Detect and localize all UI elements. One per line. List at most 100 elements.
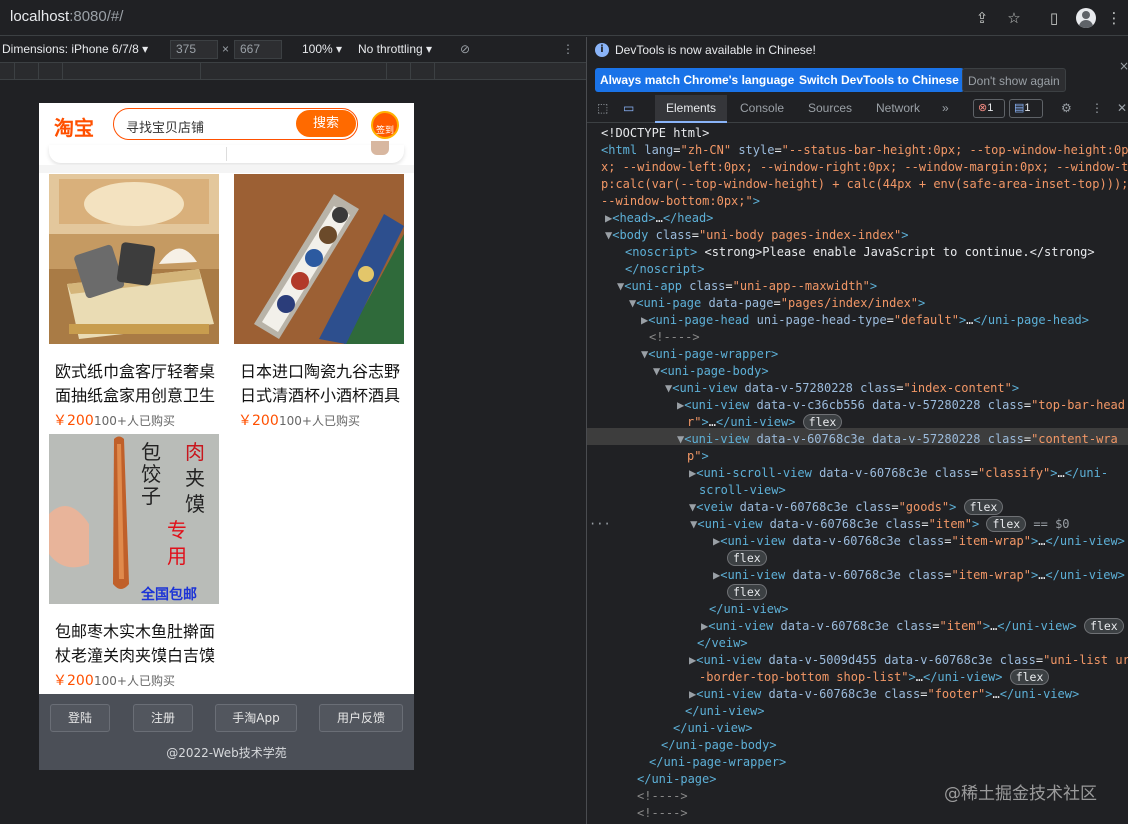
classify-bar[interactable] [49,141,404,163]
throttling-select[interactable]: No throttling ▾ [358,42,432,56]
tab-elements[interactable]: Elements [655,95,727,123]
rotate-icon[interactable]: ⊘ [460,42,470,56]
product-image-rolling-pin[interactable]: 包 饺 子 肉 夹 馍 专 用 全国包邮 [49,434,219,604]
dom-line[interactable]: <html lang="zh-CN" style="--status-bar-h… [601,142,1128,159]
overlay-char: 夹 [185,466,205,490]
product-sold-count: 100+人已购买 [94,414,175,428]
dom-line: scroll-view> [699,483,786,497]
ruler-segment [200,63,201,80]
ruler-segment [14,63,15,80]
settings-gear-icon[interactable]: ⚙ [1061,101,1072,115]
profile-avatar[interactable] [1076,8,1096,28]
tab-sources[interactable]: Sources [808,101,852,115]
device-toggle-icon[interactable]: ▭ [623,101,634,115]
content-gap [39,165,414,173]
dom-line: </uni-view> [685,704,765,718]
error-counter[interactable]: ⊗1 [973,99,1005,118]
width-input[interactable]: 375 [170,40,218,59]
devtools-menu-icon[interactable]: ⋮ [1091,101,1103,115]
product-title[interactable]: 日本进口陶瓷九谷志野日式清酒杯小酒杯酒具 [240,360,402,408]
dom-line: -border-top-bottom shop-list">…</uni-vie… [699,669,1050,686]
url-path: :8080/#/ [69,8,124,25]
dom-line[interactable]: ▶<uni-view data-v-c36cb556 data-v-572802… [677,397,1125,414]
dom-line[interactable]: ▶<uni-scroll-view data-v-60768c3e class=… [689,465,1108,482]
times-sign: × [222,42,230,56]
dom-line[interactable]: ▶<uni-view data-v-60768c3e class="item-w… [713,567,1125,584]
product-sold-count: 100+人已购买 [94,674,175,688]
device-toolbar: Dimensions: iPhone 6/7/8 ▾ 375 × 667 100… [0,37,586,63]
dom-line[interactable]: ▶<head>…</head> [605,210,713,227]
close-notice-icon[interactable]: × [1119,59,1128,73]
dom-line[interactable]: ▶<uni-page-head uni-page-head-type="defa… [641,312,1089,329]
ruler-segment [434,63,435,80]
overlay-char: 馍 [185,492,205,516]
close-devtools-icon[interactable]: ✕ [1117,101,1127,115]
share-icon[interactable]: ⇪ [972,8,992,28]
overlay-char: 肉 [185,440,205,464]
product-sold-count: 100+人已购买 [279,414,360,428]
selected-node-marker: == $0 [1033,517,1070,531]
dom-line[interactable]: ▼<uni-view data-v-60768c3e data-v-572802… [677,431,1118,448]
dom-line-selected[interactable]: ··· ▼<uni-view data-v-60768c3e class="it… [589,516,1070,533]
dom-line: </uni-view> [709,602,789,616]
ruler-segment [410,63,411,80]
copyright: @2022-Web技术学苑 [166,746,287,760]
throttling-label: No throttling [358,42,423,56]
dom-line: <!----> [637,806,688,820]
dom-line[interactable]: ▼<veiw data-v-60768c3e class="goods"> fl… [689,499,1004,516]
search-input[interactable]: 寻找宝贝店铺 搜索 [113,108,358,140]
more-options-icon[interactable]: ⋮ [562,42,574,56]
product-title[interactable]: 包邮枣木实木鱼肚擀面杖老潼关肉夹馍白吉馍 [55,620,217,668]
dom-line[interactable]: <noscript> <strong>Please enable JavaScr… [625,244,1095,261]
login-button[interactable]: 登陆 [50,704,110,732]
inspect-icon[interactable]: ⬚ [597,101,608,115]
dom-line[interactable]: ▼<uni-page data-page="pages/index/index"… [629,295,925,312]
url-field[interactable]: localhost:8080/#/ [10,8,123,25]
product-image-tissue-box[interactable] [49,174,219,344]
product-title[interactable]: 欧式纸巾盒客厅轻奢桌面抽纸盒家用创意卫生 [55,360,217,408]
dom-line: </uni-page> [637,772,717,786]
more-tabs-icon[interactable]: » [942,101,949,115]
dom-line[interactable]: ▶<uni-view data-v-60768c3e class="footer… [689,686,1079,703]
app-top-bar: 淘宝 寻找宝贝店铺 搜索 签到 [39,103,414,145]
dom-line[interactable]: ▼<uni-page-body> [653,363,769,380]
classify-separator [226,147,227,161]
dom-line[interactable]: ▶<uni-view data-v-60768c3e class="item">… [701,618,1124,635]
error-count: 1 [987,102,994,114]
message-counter[interactable]: ▤1 [1009,99,1043,118]
ruler-segment [62,63,63,80]
dom-line: --window-bottom:0px;"> [601,194,760,208]
feedback-button[interactable]: 用户反馈 [319,704,403,732]
dom-line[interactable]: <!DOCTYPE html> [601,125,709,142]
dom-tree[interactable]: <!DOCTYPE html> <html lang="zh-CN" style… [587,124,1128,824]
product-image-sake-cups[interactable] [234,174,404,344]
bookmark-star-icon[interactable]: ☆ [1004,8,1024,28]
dom-line[interactable]: ▼<body class="uni-body pages-index-index… [605,227,908,244]
match-language-button[interactable]: Always match Chrome's language [595,68,800,92]
product-price: ￥200 [53,413,94,429]
dom-line[interactable]: ▼<uni-view data-v-57280228 class="index-… [665,380,1019,397]
message-icon: ▤ [1014,102,1025,114]
register-button[interactable]: 注册 [133,704,193,732]
dont-show-again-button[interactable]: Don't show again [962,68,1066,92]
tab-network[interactable]: Network [876,101,920,115]
taobao-app-button[interactable]: 手淘App [215,704,297,732]
dimensions-select[interactable]: Dimensions: iPhone 6/7/8 ▾ [2,42,148,56]
switch-chinese-button[interactable]: Switch DevTools to Chinese [794,68,964,92]
app-footer: 登陆 注册 手淘App 用户反馈 @2022-Web技术学苑 [39,694,414,770]
product-price: ￥200 [238,413,279,429]
dom-line[interactable]: ▶<uni-view data-v-5009d455 data-v-60768c… [689,652,1128,669]
watermark: @稀土掘金技术社区 [944,784,1097,804]
search-button[interactable]: 搜索 [296,110,356,137]
dom-line[interactable]: ▼<uni-page-wrapper> [641,346,778,363]
height-input[interactable]: 667 [234,40,282,59]
taobao-logo[interactable]: 淘宝 [54,112,94,141]
dom-line[interactable]: ▼<uni-app class="uni-app--maxwidth"> [617,278,877,295]
side-panel-icon[interactable]: ▯ [1044,8,1064,28]
checkin-badge-icon[interactable]: 签到 [371,111,399,139]
tissue-box-image [49,174,219,344]
zoom-select[interactable]: 100% ▾ [302,42,342,56]
dom-line[interactable]: ▶<uni-view data-v-60768c3e class="item-w… [713,533,1125,550]
menu-kebab-icon[interactable]: ⋮ [1104,8,1124,28]
tab-console[interactable]: Console [740,101,784,115]
